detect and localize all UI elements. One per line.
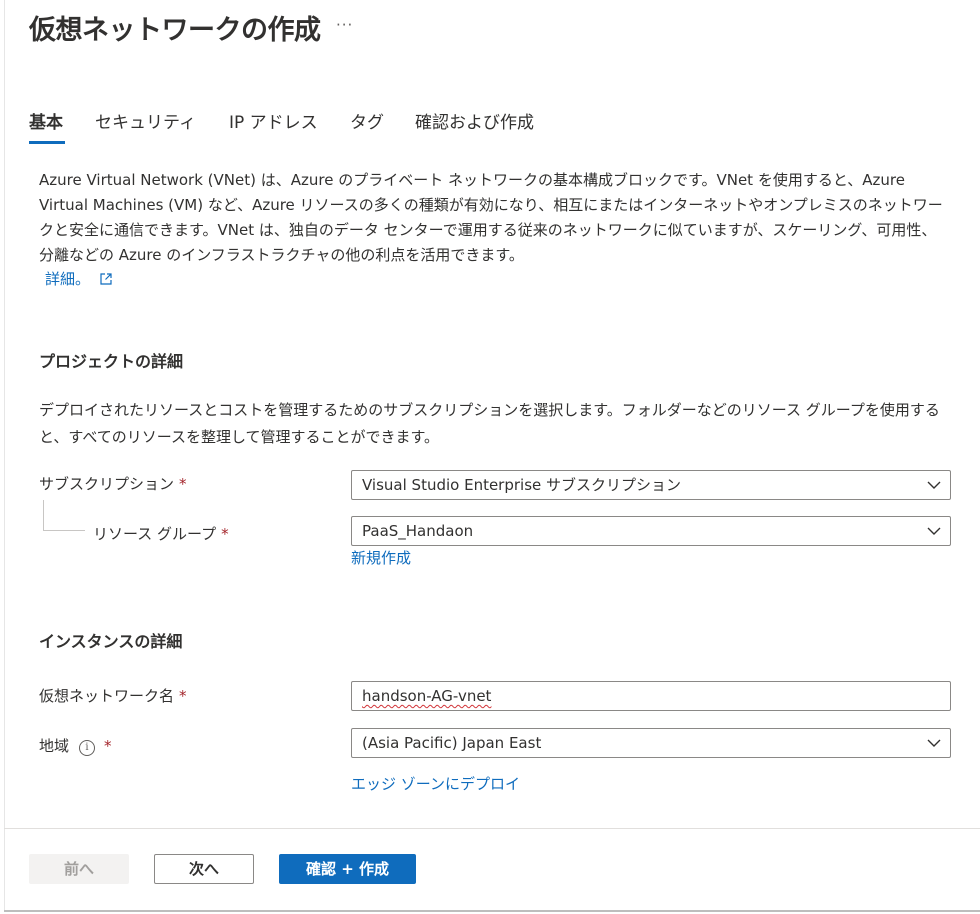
external-link-icon[interactable] [99, 272, 113, 286]
intro-description: Azure Virtual Network (VNet) は、Azure のプラ… [39, 171, 943, 264]
region-label-text: 地域 [39, 737, 70, 755]
resource-group-label: リソース グループ * [93, 523, 229, 544]
frame-left-border [4, 0, 5, 912]
footer-divider [4, 828, 980, 829]
tab-ip-addresses[interactable]: IP アドレス [229, 108, 318, 133]
required-mark: * [179, 475, 187, 493]
tree-connector-vertical [43, 500, 44, 530]
project-details-description: デプロイされたリソースとコストを管理するためのサブスクリプションを選択します。フ… [39, 401, 940, 446]
chevron-down-icon [927, 527, 941, 535]
frame-bottom-border [4, 910, 980, 912]
tree-connector-horizontal [43, 530, 85, 531]
resource-group-value: PaaS_Handaon [362, 522, 474, 540]
chevron-down-icon [927, 481, 941, 489]
subscription-dropdown[interactable]: Visual Studio Enterprise サブスクリプション [351, 470, 951, 500]
project-details-heading: プロジェクトの詳細 [39, 352, 184, 371]
required-mark: * [104, 737, 112, 755]
instance-details-heading: インスタンスの詳細 [39, 632, 183, 651]
create-new-resource-group-link[interactable]: 新規作成 [351, 547, 411, 568]
page-title: 仮想ネットワークの作成 [29, 15, 321, 46]
subscription-label-text: サブスクリプション [39, 475, 175, 493]
previous-button[interactable]: 前へ [29, 854, 129, 884]
required-mark: * [221, 525, 229, 543]
chevron-down-icon [927, 739, 941, 747]
resource-group-dropdown[interactable]: PaaS_Handaon [351, 516, 951, 546]
vnet-name-value: handson-AG-vnet [362, 687, 492, 705]
tab-basics[interactable]: 基本 [29, 108, 63, 133]
required-mark: * [179, 687, 187, 705]
next-button[interactable]: 次へ [154, 854, 254, 884]
tab-review-create[interactable]: 確認および作成 [415, 108, 534, 133]
resource-group-label-text: リソース グループ [93, 525, 217, 543]
tab-tags[interactable]: タグ [350, 108, 384, 133]
region-label: 地域 i * [39, 735, 112, 756]
more-options-icon[interactable]: ··· [336, 16, 353, 34]
active-tab-indicator [29, 141, 65, 144]
subscription-value: Visual Studio Enterprise サブスクリプション [362, 476, 682, 494]
region-dropdown[interactable]: (Asia Pacific) Japan East [351, 728, 951, 758]
deploy-to-edge-zone-link[interactable]: エッジ ゾーンにデプロイ [351, 773, 520, 794]
vnet-name-label: 仮想ネットワーク名 * [39, 685, 187, 706]
vnet-name-label-text: 仮想ネットワーク名 [39, 687, 175, 705]
info-icon[interactable]: i [79, 740, 96, 756]
learn-more-link[interactable]: 詳細。 [45, 268, 90, 289]
vnet-name-input[interactable]: handson-AG-vnet [351, 681, 951, 711]
tab-security[interactable]: セキュリティ [95, 108, 196, 133]
region-value: (Asia Pacific) Japan East [362, 734, 542, 752]
subscription-label: サブスクリプション * [39, 473, 187, 494]
review-create-button[interactable]: 確認 + 作成 [279, 854, 416, 884]
